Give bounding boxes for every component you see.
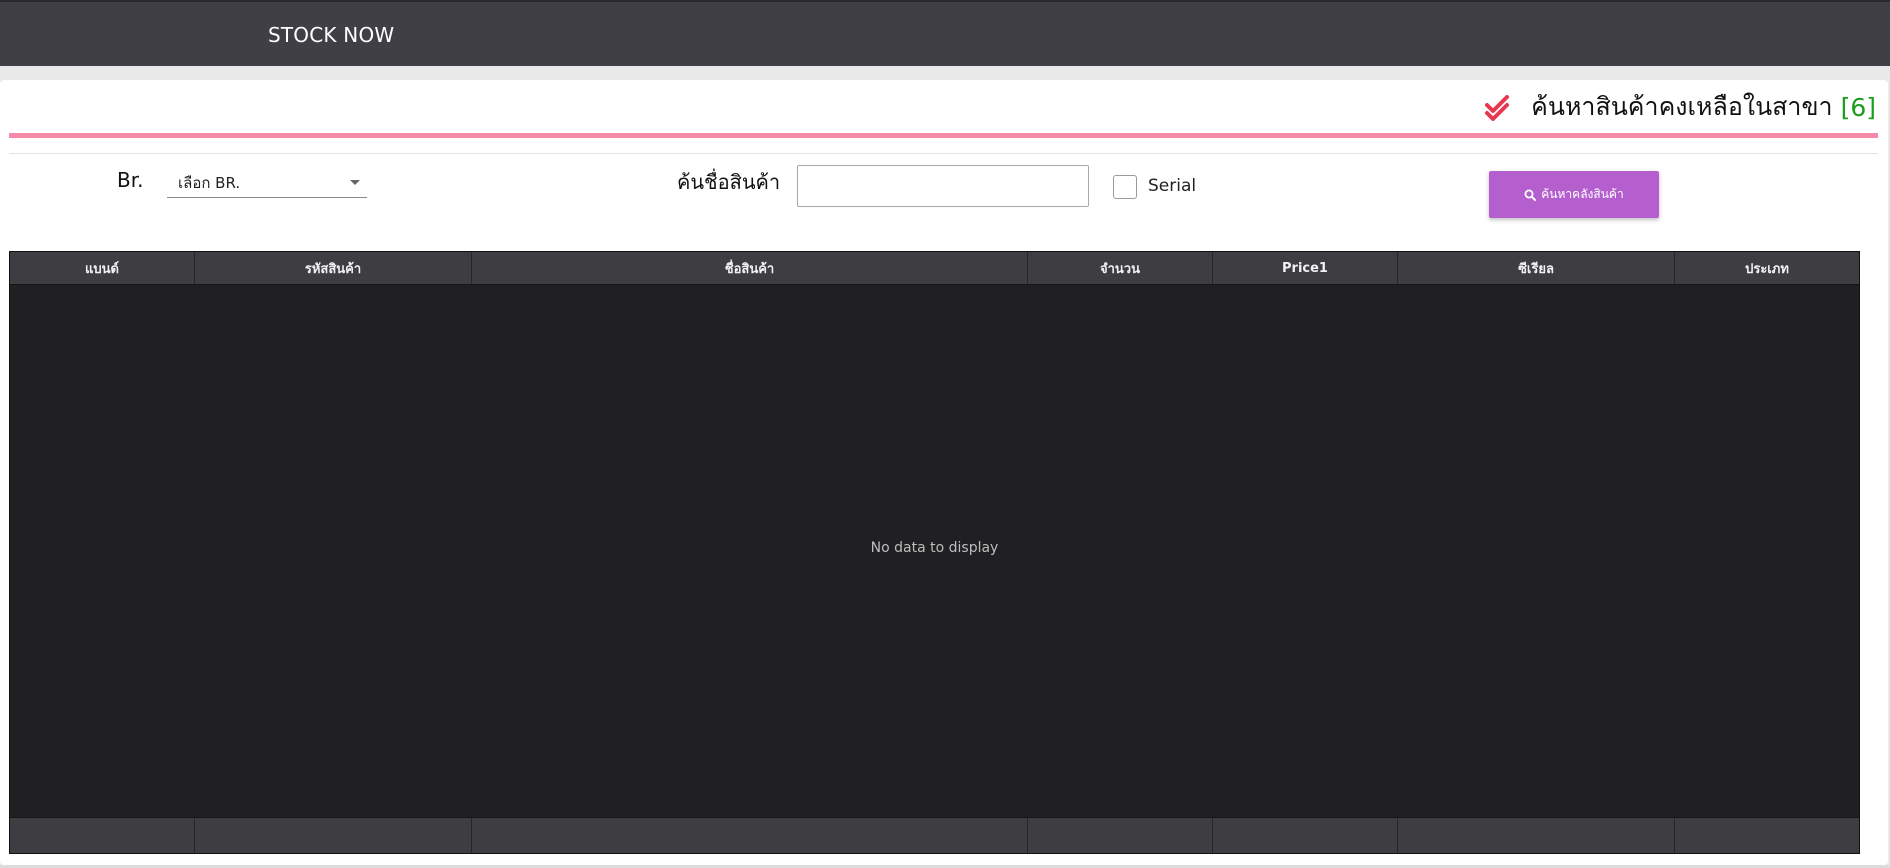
serial-label: Serial <box>1148 176 1197 196</box>
empty-state-message: No data to display <box>870 540 999 556</box>
branch-select[interactable]: เลือก BR. <box>167 168 367 198</box>
grid-footer <box>10 817 1859 853</box>
column-header-product-code[interactable]: รหัสสินค้า <box>195 252 472 284</box>
top-navbar: STOCK NOW <box>0 0 1890 66</box>
accent-divider <box>9 133 1878 138</box>
footer-cell <box>195 818 472 853</box>
serial-checkbox[interactable] <box>1113 175 1137 199</box>
stock-data-grid: แบนด์ รหัสสินค้า ชื่อสินค้า จำนวน Price1… <box>9 251 1860 854</box>
page-heading: ค้นหาสินค้าคงเหลือในสาขา [6] <box>1483 90 1876 124</box>
column-header-price1[interactable]: Price1 <box>1213 252 1398 284</box>
product-name-label: ค้นชื่อสินค้า <box>677 170 781 194</box>
divider <box>9 153 1878 154</box>
footer-cell <box>10 818 195 853</box>
search-stock-button[interactable]: ค้นหาคลังสินค้า <box>1489 171 1659 218</box>
column-header-type[interactable]: ประเภท <box>1675 252 1859 284</box>
column-header-serial[interactable]: ซีเรียล <box>1398 252 1675 284</box>
grid-header: แบนด์ รหัสสินค้า ชื่อสินค้า จำนวน Price1… <box>10 252 1859 285</box>
footer-cell <box>1213 818 1398 853</box>
app-title[interactable]: STOCK NOW <box>268 23 394 47</box>
footer-cell <box>1675 818 1859 853</box>
branch-label: Br. <box>117 168 144 192</box>
column-header-quantity[interactable]: จำนวน <box>1028 252 1213 284</box>
search-button-label: ค้นหาคลังสินค้า <box>1541 187 1624 201</box>
product-name-input[interactable] <box>797 165 1089 207</box>
footer-cell <box>472 818 1028 853</box>
chevron-down-icon <box>350 180 360 185</box>
title-count-badge: [6] <box>1840 92 1876 122</box>
branch-select-value: เลือก BR. <box>178 173 241 192</box>
page-title: ค้นหาสินค้าคงเหลือในสาขา <box>1531 92 1833 121</box>
content-panel: ค้นหาสินค้าคงเหลือในสาขา [6] Br. เลือก B… <box>0 80 1888 865</box>
footer-cell <box>1028 818 1213 853</box>
column-header-product-name[interactable]: ชื่อสินค้า <box>472 252 1028 284</box>
column-header-brand[interactable]: แบนด์ <box>10 252 195 284</box>
double-check-icon <box>1485 95 1510 121</box>
footer-cell <box>1398 818 1675 853</box>
search-icon <box>1524 189 1537 201</box>
